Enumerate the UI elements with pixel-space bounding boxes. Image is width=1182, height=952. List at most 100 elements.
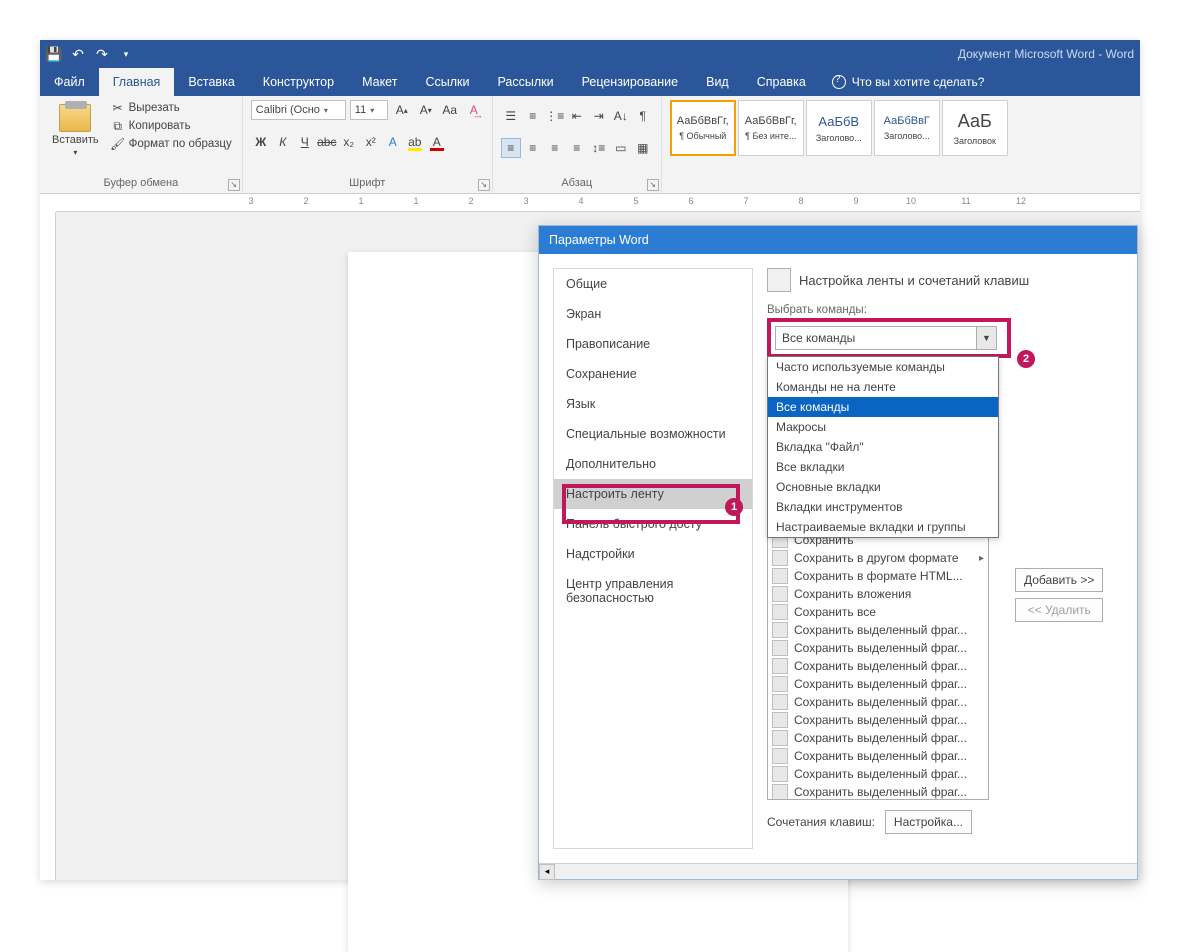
nav-advanced[interactable]: Дополнительно: [554, 449, 752, 479]
grow-font-button[interactable]: A▴: [392, 100, 412, 120]
command-item[interactable]: Сохранить в другом формате▸: [768, 549, 988, 567]
redo-icon[interactable]: ↷: [94, 46, 110, 62]
bold-button[interactable]: Ж: [251, 132, 271, 152]
superscript-button[interactable]: x²: [361, 132, 381, 152]
line-spacing-button[interactable]: ↕≡: [589, 138, 609, 158]
nav-proofing[interactable]: Правописание: [554, 329, 752, 359]
remove-button[interactable]: << Удалить: [1015, 598, 1103, 622]
tab-references[interactable]: Ссылки: [411, 68, 483, 96]
qat-dropdown-icon[interactable]: ▾: [118, 46, 134, 62]
dialog-launcher-paragraph[interactable]: ↘: [647, 179, 659, 191]
command-item[interactable]: Сохранить выделенный фраг...: [768, 765, 988, 783]
add-button[interactable]: Добавить >>: [1015, 568, 1103, 592]
nav-save[interactable]: Сохранение: [554, 359, 752, 389]
align-right-button[interactable]: ≡: [545, 138, 565, 158]
save-icon[interactable]: 💾: [46, 46, 62, 62]
vertical-ruler[interactable]: [40, 212, 56, 880]
format-painter-button[interactable]: 🖌Формат по образцу: [109, 136, 234, 152]
font-name-combo[interactable]: Calibri (Осно▾: [251, 100, 346, 120]
decrease-indent-button[interactable]: ⇤: [567, 106, 587, 126]
dropdown-option[interactable]: Команды не на ленте: [768, 377, 998, 397]
dropdown-option[interactable]: Вкладки инструментов: [768, 497, 998, 517]
style-heading1[interactable]: АаБбВЗаголово...: [806, 100, 872, 156]
font-color-button[interactable]: A: [427, 132, 447, 152]
command-item[interactable]: Сохранить все: [768, 603, 988, 621]
tab-view[interactable]: Вид: [692, 68, 743, 96]
change-case-button[interactable]: Aa: [440, 100, 460, 120]
command-item[interactable]: Сохранить выделенный фраг...: [768, 657, 988, 675]
dropdown-option[interactable]: Основные вкладки: [768, 477, 998, 497]
dropdown-option[interactable]: Настраиваемые вкладки и группы: [768, 517, 998, 537]
dropdown-option[interactable]: Вкладка "Файл": [768, 437, 998, 457]
dropdown-option[interactable]: Все вкладки: [768, 457, 998, 477]
tab-mailings[interactable]: Рассылки: [483, 68, 567, 96]
nav-trust-center[interactable]: Центр управления безопасностью: [554, 569, 752, 613]
horizontal-ruler[interactable]: 321123456789101112: [56, 194, 1140, 212]
text-effects-button[interactable]: A: [383, 132, 403, 152]
strikethrough-button[interactable]: abc: [317, 132, 337, 152]
style-normal[interactable]: АаБбВвГг,¶ Обычный: [670, 100, 736, 156]
command-item[interactable]: Сохранить вложения: [768, 585, 988, 603]
nav-addins[interactable]: Надстройки: [554, 539, 752, 569]
dropdown-option[interactable]: Макросы: [768, 417, 998, 437]
choose-commands-combo[interactable]: Все команды ▼: [775, 326, 997, 350]
scroll-left-icon[interactable]: ◂: [539, 864, 555, 880]
chevron-down-icon[interactable]: ▼: [976, 327, 996, 349]
font-size-combo[interactable]: 11▾: [350, 100, 388, 120]
justify-button[interactable]: ≡: [567, 138, 587, 158]
clear-formatting-button[interactable]: A͢: [464, 100, 484, 120]
customize-shortcuts-button[interactable]: Настройка...: [885, 810, 972, 834]
tab-review[interactable]: Рецензирование: [568, 68, 693, 96]
numbering-button[interactable]: ≡: [523, 106, 543, 126]
align-center-button[interactable]: ≡: [523, 138, 543, 158]
tab-insert[interactable]: Вставка: [174, 68, 248, 96]
sort-button[interactable]: A↓: [611, 106, 631, 126]
nav-accessibility[interactable]: Специальные возможности: [554, 419, 752, 449]
command-item[interactable]: Сохранить выделенный фраг...: [768, 621, 988, 639]
command-item[interactable]: Сохранить выделенный фраг...: [768, 729, 988, 747]
cut-button[interactable]: ✂Вырезать: [109, 100, 234, 116]
paste-button[interactable]: Вставить ▾: [48, 100, 103, 175]
dialog-hscrollbar[interactable]: ◂: [539, 863, 1137, 879]
borders-button[interactable]: ▦: [633, 138, 653, 158]
bullets-button[interactable]: ☰: [501, 106, 521, 126]
command-item[interactable]: Сохранить выделенный фраг...: [768, 747, 988, 765]
dropdown-option[interactable]: Часто используемые команды: [768, 357, 998, 377]
undo-icon[interactable]: ↶: [70, 46, 86, 62]
tell-me-search[interactable]: Что вы хотите сделать?: [832, 68, 985, 96]
shrink-font-button[interactable]: A▾: [416, 100, 436, 120]
commands-listbox[interactable]: СохранитьСохранить в другом формате▸Сохр…: [767, 530, 989, 800]
tab-home[interactable]: Главная: [99, 68, 175, 96]
command-item[interactable]: Сохранить выделенный фраг...: [768, 675, 988, 693]
command-item[interactable]: Сохранить выделенный фраг...: [768, 711, 988, 729]
dialog-launcher-font[interactable]: ↘: [478, 179, 490, 191]
command-item[interactable]: Сохранить выделенный фраг...: [768, 783, 988, 800]
subscript-button[interactable]: x₂: [339, 132, 359, 152]
style-heading2[interactable]: АаБбВвГЗаголово...: [874, 100, 940, 156]
align-left-button[interactable]: ≡: [501, 138, 521, 158]
tab-help[interactable]: Справка: [743, 68, 820, 96]
nav-qat[interactable]: Панель быстрого досту: [554, 509, 752, 539]
style-no-spacing[interactable]: АаБбВвГг,¶ Без инте...: [738, 100, 804, 156]
tab-layout[interactable]: Макет: [348, 68, 411, 96]
shading-button[interactable]: ▭: [611, 138, 631, 158]
show-marks-button[interactable]: ¶: [633, 106, 653, 126]
multilevel-button[interactable]: ⋮≡: [545, 106, 565, 126]
style-title[interactable]: АаБЗаголовок: [942, 100, 1008, 156]
dropdown-option-selected[interactable]: Все команды: [768, 397, 998, 417]
command-item[interactable]: Сохранить в формате HTML...: [768, 567, 988, 585]
italic-button[interactable]: К: [273, 132, 293, 152]
increase-indent-button[interactable]: ⇥: [589, 106, 609, 126]
nav-customize-ribbon[interactable]: Настроить ленту: [554, 479, 752, 509]
tab-file[interactable]: Файл: [40, 68, 99, 96]
nav-display[interactable]: Экран: [554, 299, 752, 329]
command-item[interactable]: Сохранить выделенный фраг...: [768, 639, 988, 657]
commands-dropdown-list[interactable]: Часто используемые команды Команды не на…: [767, 356, 999, 538]
command-item[interactable]: Сохранить выделенный фраг...: [768, 693, 988, 711]
copy-button[interactable]: ⧉Копировать: [109, 118, 234, 134]
nav-language[interactable]: Язык: [554, 389, 752, 419]
tab-design[interactable]: Конструктор: [249, 68, 348, 96]
highlight-button[interactable]: ab: [405, 132, 425, 152]
dialog-launcher-clipboard[interactable]: ↘: [228, 179, 240, 191]
nav-general[interactable]: Общие: [554, 269, 752, 299]
